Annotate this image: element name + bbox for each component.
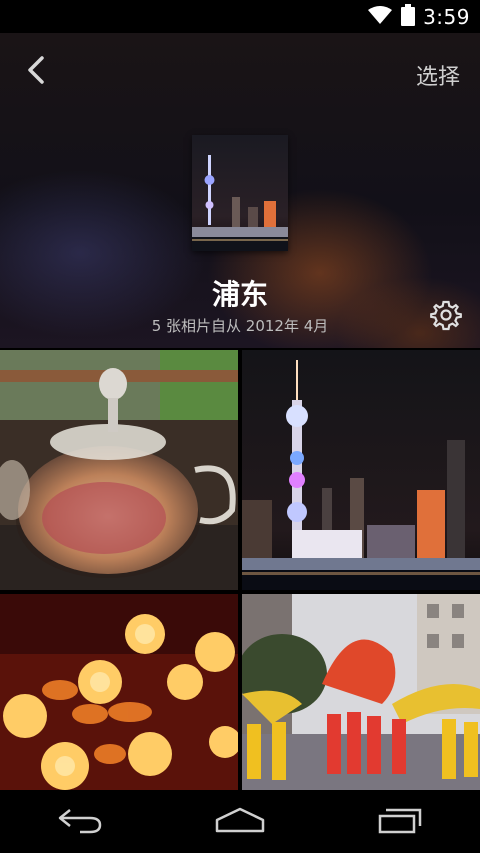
gear-icon <box>430 300 462 335</box>
recent-apps-icon <box>376 806 424 838</box>
album-cover[interactable] <box>192 135 288 251</box>
back-arrow-icon <box>56 806 104 838</box>
navigation-bar <box>0 790 480 853</box>
nav-home-button[interactable] <box>200 797 280 847</box>
dragon-dance-photo[interactable] <box>242 594 480 790</box>
battery-icon <box>401 3 416 30</box>
photo-grid <box>0 348 480 790</box>
album-header: 选择 浦东 5 张相片自从 2012年 4月 <box>0 33 480 348</box>
album-title: 浦东 <box>211 278 268 311</box>
album-subtitle: 5 张相片自从 2012年 4月 <box>151 317 329 335</box>
home-icon <box>214 806 266 838</box>
lanterns-photo[interactable] <box>0 594 238 790</box>
album-settings-button[interactable] <box>430 299 462 331</box>
nav-recents-button[interactable] <box>360 797 440 847</box>
status-bar: 3:59 <box>0 0 480 33</box>
nav-back-button[interactable] <box>40 797 120 847</box>
chevron-left-icon <box>26 55 46 89</box>
select-button[interactable]: 选择 <box>416 59 460 91</box>
teapot-photo[interactable] <box>0 350 238 590</box>
oriental-pearl-tower-photo[interactable] <box>242 350 480 590</box>
wifi-icon <box>367 5 393 29</box>
status-time: 3:59 <box>423 4 470 29</box>
back-button[interactable] <box>20 55 52 89</box>
